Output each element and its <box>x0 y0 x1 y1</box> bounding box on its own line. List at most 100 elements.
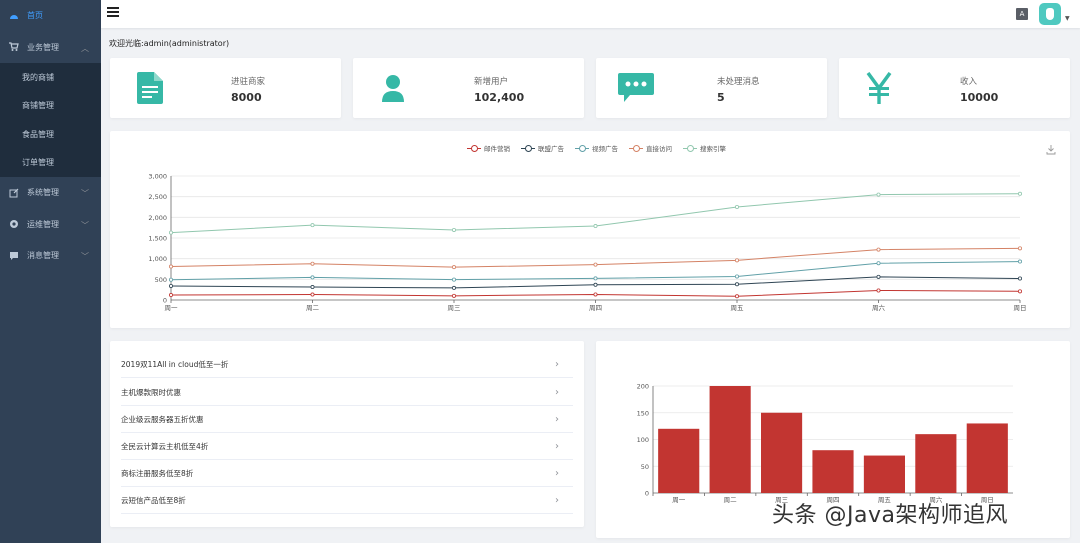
list-item[interactable]: 云短信产品低至8折 › <box>121 487 573 514</box>
list-item-text: 企业级云服务器五折优惠 <box>121 414 204 424</box>
stat-label: 收入 <box>960 77 978 87</box>
stat-card-unread-messages: 未处理消息 5 <box>596 58 827 118</box>
hamburger-icon[interactable] <box>107 7 119 19</box>
sidebar-item-system[interactable]: 系统管理 ﹀ <box>0 177 101 209</box>
stat-value: 10000 <box>960 91 999 104</box>
data-point <box>1018 259 1023 264</box>
y-tick-label: 150 <box>637 409 649 417</box>
y-tick-label: 3,000 <box>148 173 167 181</box>
data-point <box>451 227 456 232</box>
data-point <box>735 258 740 263</box>
list-item[interactable]: 主机爆款限时优惠 › <box>121 379 573 406</box>
settings-icon <box>9 219 19 229</box>
bar <box>812 450 854 493</box>
avatar[interactable] <box>1039 3 1061 25</box>
data-point <box>169 264 174 269</box>
data-point <box>876 288 881 293</box>
document-icon <box>132 70 168 106</box>
y-tick-label: 200 <box>637 383 649 391</box>
bar <box>709 386 751 493</box>
bar <box>966 423 1008 493</box>
sidebar-item-ops[interactable]: 运维管理 ﹀ <box>0 209 101 241</box>
y-tick-label: 0 <box>645 490 649 498</box>
data-point <box>593 292 598 297</box>
data-point <box>451 285 456 290</box>
data-point <box>876 192 881 197</box>
submenu-item-food-manage[interactable]: 食品管理 <box>0 120 101 149</box>
data-point <box>1018 246 1023 251</box>
sidebar-item-label: 首页 <box>27 11 43 21</box>
chevron-right-icon: › <box>555 386 559 398</box>
chevron-right-icon: › <box>555 358 559 370</box>
stat-card-merchants: 进驻商家 8000 <box>110 58 341 118</box>
cart-icon <box>9 42 19 52</box>
x-tick-label: 周二 <box>306 304 320 312</box>
submenu-item-order-manage[interactable]: 订单管理 <box>0 149 101 178</box>
list-item-text: 2019双11All in cloud低至一折 <box>121 359 229 369</box>
data-point <box>310 261 315 266</box>
list-item[interactable]: 全民云计算云主机低至4折 › <box>121 433 573 460</box>
message-icon <box>9 251 19 261</box>
y-tick-label: 2,500 <box>148 193 167 201</box>
submenu-business: 我的商铺 商铺管理 食品管理 订单管理 <box>0 63 101 177</box>
y-tick-label: 500 <box>155 276 167 284</box>
sidebar-item-label: 消息管理 <box>27 251 59 261</box>
line-chart: 05001,0001,5002,0002,5003,000周一 周二 周三 周四 周五周… <box>148 173 1026 313</box>
sidebar-item-business[interactable]: 业务管理 ︿ <box>0 32 101 64</box>
y-tick-label: 1,000 <box>148 255 167 263</box>
data-point <box>310 292 315 297</box>
y-tick-label: 2,000 <box>148 214 167 222</box>
data-point <box>451 277 456 282</box>
data-point <box>169 283 174 288</box>
sidebar-item-message[interactable]: 消息管理 ﹀ <box>0 240 101 272</box>
data-point <box>169 277 174 282</box>
y-tick-label: 50 <box>641 463 649 471</box>
data-point <box>593 276 598 281</box>
list-item-text: 主机爆款限时优惠 <box>121 387 181 397</box>
data-point <box>593 262 598 267</box>
sidebar-item-label: 系统管理 <box>27 188 59 198</box>
news-list-panel: 2019双11All in cloud低至一折 › 主机爆款限时优惠 › 企业级云服… <box>110 341 584 527</box>
list-item[interactable]: 商标注册服务低至8折 › <box>121 460 573 487</box>
data-point <box>735 294 740 299</box>
data-point <box>310 223 315 228</box>
stat-value: 8000 <box>231 91 262 104</box>
data-point <box>1018 276 1023 281</box>
x-tick-label: 周四 <box>589 304 602 312</box>
chevron-down-icon: ﹀ <box>81 189 89 198</box>
watermark-text: 头条 @Java架构师追风 <box>772 503 1008 528</box>
bar <box>915 434 957 493</box>
x-tick-label: 周一 <box>672 496 686 504</box>
data-point <box>593 224 598 229</box>
submenu-item-shop-manage[interactable]: 商铺管理 <box>0 92 101 121</box>
submenu-item-my-shop[interactable]: 我的商铺 <box>0 63 101 92</box>
caret-down-icon[interactable]: ▼ <box>1065 15 1070 22</box>
data-point <box>310 285 315 290</box>
sidebar-item-label: 运维管理 <box>27 219 59 229</box>
stat-label: 未处理消息 <box>717 77 760 87</box>
chat-icon <box>618 70 654 106</box>
stat-label: 进驻商家 <box>231 77 266 87</box>
sidebar-item-home[interactable]: 首页 <box>0 0 101 32</box>
chevron-right-icon: › <box>555 440 559 452</box>
y-tick-label: 1,500 <box>148 235 167 243</box>
stat-value: 102,400 <box>474 91 525 104</box>
chevron-right-icon: › <box>555 467 559 479</box>
stat-label: 新增用户 <box>474 77 509 87</box>
top-navbar: A ▼ <box>101 0 1080 28</box>
language-icon[interactable]: A <box>1016 8 1028 20</box>
data-point <box>169 230 174 235</box>
data-point <box>1018 289 1023 294</box>
edit-icon <box>9 188 19 198</box>
welcome-text: 欢迎光临:admin(administrator) <box>109 39 230 48</box>
chevron-down-icon: ﹀ <box>81 220 89 230</box>
stat-value: 5 <box>717 91 725 104</box>
dashboard-icon <box>9 11 19 21</box>
list-item[interactable]: 企业级云服务器五折优惠 › <box>121 406 573 433</box>
stat-card-income: 收入 10000 <box>839 58 1070 118</box>
data-point <box>310 275 315 280</box>
list-item[interactable]: 2019双11All in cloud低至一折 › <box>121 351 573 378</box>
data-point <box>451 293 456 298</box>
x-tick-label: 周二 <box>724 496 738 504</box>
sidebar-item-label: 业务管理 <box>27 42 59 52</box>
